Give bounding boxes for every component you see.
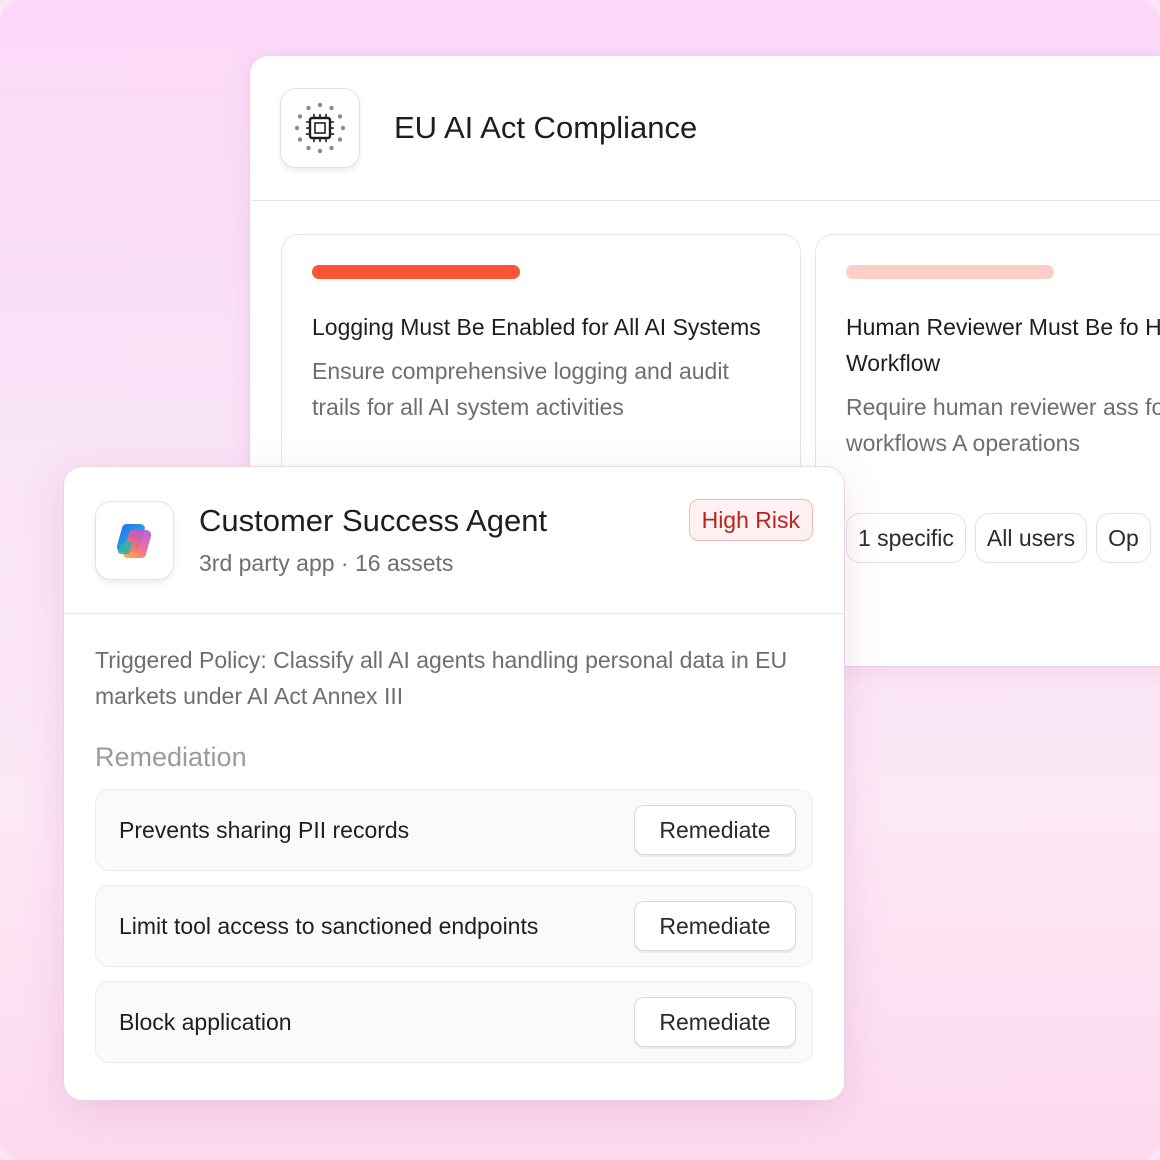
agent-meta: 3rd party app · 16 assets <box>199 550 454 576</box>
scope-chip[interactable]: Op <box>1096 513 1151 563</box>
remediation-row: Block application Remediate <box>95 981 813 1063</box>
agent-header: Customer Success Agent 3rd party app · 1… <box>64 467 844 614</box>
rule-title: Human Reviewer Must Be fo High-Risk AI W… <box>846 314 1160 376</box>
scope-chip[interactable]: All users <box>974 513 1088 563</box>
remediate-button[interactable]: Remediate <box>634 901 796 951</box>
remediation-row: Limit tool access to sanctioned endpoint… <box>95 885 813 967</box>
agent-name: Customer Success Agent <box>199 503 548 538</box>
triggered-policy: Triggered Policy: Classify all AI agents… <box>95 647 788 709</box>
agent-body: Triggered Policy: Classify all AI agents… <box>64 614 844 1063</box>
remediation-heading: Remediation <box>95 742 247 772</box>
policy-title: EU AI Act Compliance <box>394 110 698 145</box>
policy-header: EU AI Act Compliance <box>250 56 1160 201</box>
rule-description: Ensure comprehensive logging and audit t… <box>312 358 729 420</box>
eu-chip-icon <box>280 88 360 168</box>
copilot-icon <box>95 501 174 580</box>
remediate-button[interactable]: Remediate <box>634 805 796 855</box>
remediation-row: Prevents sharing PII records Remediate <box>95 789 813 871</box>
scope-chips: 1 specific All users Op <box>846 513 1160 563</box>
background: EU AI Act Compliance Logging Must Be Ena… <box>0 0 1160 1160</box>
remediation-label: Limit tool access to sanctioned endpoint… <box>119 912 539 939</box>
scope-chip[interactable]: 1 specific <box>846 513 966 563</box>
remediation-label: Prevents sharing PII records <box>119 816 410 843</box>
rule-card[interactable]: Human Reviewer Must Be fo High-Risk AI W… <box>815 234 1160 666</box>
remediate-button[interactable]: Remediate <box>634 997 796 1047</box>
rule-description: Require human reviewer ass for high-risk… <box>846 394 1160 456</box>
rule-title: Logging Must Be Enabled for All AI Syste… <box>312 314 761 340</box>
remediation-label: Block application <box>119 1008 292 1035</box>
agent-card: Customer Success Agent 3rd party app · 1… <box>64 467 844 1100</box>
severity-bar <box>846 265 1054 279</box>
severity-bar <box>312 265 520 279</box>
risk-badge: High Risk <box>688 499 813 541</box>
